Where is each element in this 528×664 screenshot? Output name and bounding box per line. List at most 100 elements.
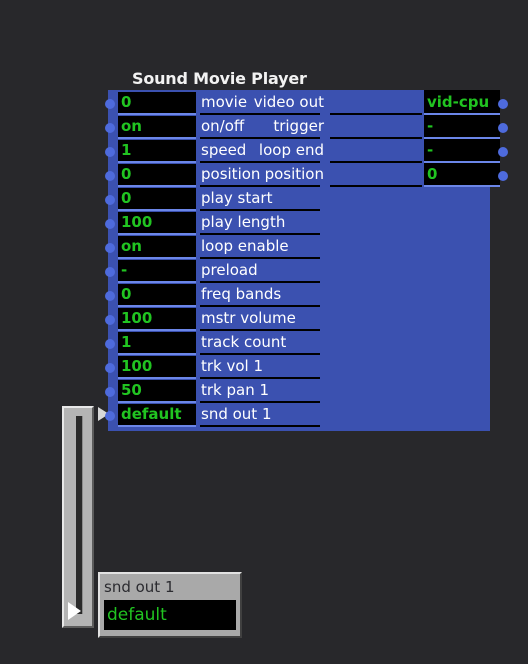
inlet-value: 50 (121, 381, 142, 399)
inlet-label-underline (200, 305, 320, 307)
popup-option-label: default (107, 605, 167, 625)
outlet-port-loop-end[interactable] (498, 147, 508, 157)
outlet-row: trigger - (108, 116, 508, 140)
inlet-label: loop enable (201, 237, 289, 255)
inlet-value: 0 (121, 189, 132, 207)
inlet-label-underline (200, 353, 320, 355)
outlet-divider (424, 113, 500, 115)
inlet-port-loop-enable[interactable] (105, 243, 115, 253)
outlet-value-field[interactable]: - (424, 140, 500, 161)
parameter-row: 0 play start (105, 188, 490, 212)
inlet-label: play length (201, 213, 286, 231)
inlet-label: play start (201, 189, 273, 207)
outlet-label-underline (330, 113, 422, 115)
inlet-value-field[interactable]: - (118, 260, 196, 281)
outlet-label: loop end (258, 141, 324, 159)
inlet-divider (118, 305, 196, 307)
inlet-port-trk-pan-1[interactable] (105, 387, 115, 397)
outlet-value: 0 (427, 165, 438, 183)
parameter-row: 100 play length (105, 212, 490, 236)
inlet-value-field[interactable]: 0 (118, 284, 196, 305)
inlet-value: default (121, 405, 182, 423)
inlet-label: trk pan 1 (201, 381, 270, 399)
inlet-label-underline (200, 329, 320, 331)
outlet-value: vid-cpu (427, 93, 490, 111)
sound-movie-player-module[interactable]: Sound Movie Player 0 movie on on/off 1 speed 0… (98, 68, 508, 431)
inlet-label-underline (200, 233, 320, 235)
parameter-row: default snd out 1 (98, 404, 490, 428)
inlet-port-play-start[interactable] (105, 195, 115, 205)
inlet-port-snd-out-1[interactable] (105, 411, 115, 421)
parameter-row: - preload (105, 260, 490, 284)
inlet-label-underline (200, 377, 320, 379)
outlet-value-field[interactable]: 0 (424, 164, 500, 185)
inlet-value-field[interactable]: 100 (118, 212, 196, 233)
inlet-value-field[interactable]: on (118, 236, 196, 257)
inlet-port-freq-bands[interactable] (105, 291, 115, 301)
inlet-port-trk-vol-1[interactable] (105, 363, 115, 373)
outlet-divider (424, 161, 500, 163)
inlet-label-underline (200, 257, 320, 259)
inlet-value-field[interactable]: 1 (118, 332, 196, 353)
inlet-value: - (121, 261, 128, 279)
inlet-divider (118, 353, 196, 355)
inlet-divider (118, 401, 196, 403)
inlet-value: 1 (121, 333, 132, 351)
inlet-value: on (121, 237, 142, 255)
inlet-value: 0 (121, 285, 132, 303)
outlet-label-underline (330, 161, 422, 163)
inlet-divider (118, 329, 196, 331)
inlet-port-track-count[interactable] (105, 339, 115, 349)
vertical-scrollbar[interactable] (62, 406, 94, 628)
inlet-port-preload[interactable] (105, 267, 115, 277)
inlet-label: snd out 1 (201, 405, 272, 423)
inlet-value-field[interactable]: 0 (118, 188, 196, 209)
inlet-label: freq bands (201, 285, 282, 303)
outlet-row: position 0 (108, 164, 508, 188)
outlet-divider (424, 185, 500, 187)
inlet-value-field[interactable]: 50 (118, 380, 196, 401)
inlet-label-underline (200, 209, 320, 211)
outlet-label: trigger (273, 117, 324, 135)
outlet-row: loop end - (108, 140, 508, 164)
parameter-row: 100 mstr volume (105, 308, 490, 332)
inlet-value: 100 (121, 213, 153, 231)
inlet-label: trk vol 1 (201, 357, 264, 375)
inlet-divider (118, 257, 196, 259)
inlet-label-underline (200, 401, 320, 403)
parameter-row: 50 trk pan 1 (105, 380, 490, 404)
inlet-divider (118, 209, 196, 211)
inlet-port-mstr-volume[interactable] (105, 315, 115, 325)
inlet-divider (118, 233, 196, 235)
outlet-label-underline (330, 137, 422, 139)
module-panel: 0 movie on on/off 1 speed 0 position 0 play start… (98, 90, 508, 431)
outlet-port-position[interactable] (498, 171, 508, 181)
outlet-label-underline (330, 185, 422, 187)
outlet-divider (424, 137, 500, 139)
outlet-value: - (427, 141, 434, 159)
outlet-value: - (427, 117, 434, 135)
inlet-label: preload (201, 261, 258, 279)
outlet-value-field[interactable]: vid-cpu (424, 92, 500, 113)
popup-option-default[interactable]: default (104, 600, 236, 630)
outlet-value-field[interactable]: - (424, 116, 500, 137)
inlet-value: 100 (121, 309, 153, 327)
outlet-row: video out vid-cpu (108, 92, 508, 116)
outlet-port-trigger[interactable] (498, 123, 508, 133)
inlet-port-play-length[interactable] (105, 219, 115, 229)
snd-out-popup-menu[interactable]: snd out 1 default (98, 572, 242, 638)
inlet-value-field[interactable]: default (118, 404, 196, 425)
outlet-label: position (264, 165, 324, 183)
parameter-row: on loop enable (105, 236, 490, 260)
inlet-value-field[interactable]: 100 (118, 308, 196, 329)
inlet-value-field[interactable]: 100 (118, 356, 196, 377)
inlet-divider (118, 425, 196, 427)
parameter-row: 0 freq bands (105, 284, 490, 308)
outlet-port-video-out[interactable] (498, 99, 508, 109)
inlet-value: 100 (121, 357, 153, 375)
parameter-row: 100 trk vol 1 (105, 356, 490, 380)
page-title: Sound Movie Player (132, 69, 307, 88)
scrollbar-track[interactable] (76, 416, 83, 614)
triangle-right-icon[interactable] (68, 602, 81, 620)
popup-title: snd out 1 (104, 578, 175, 596)
